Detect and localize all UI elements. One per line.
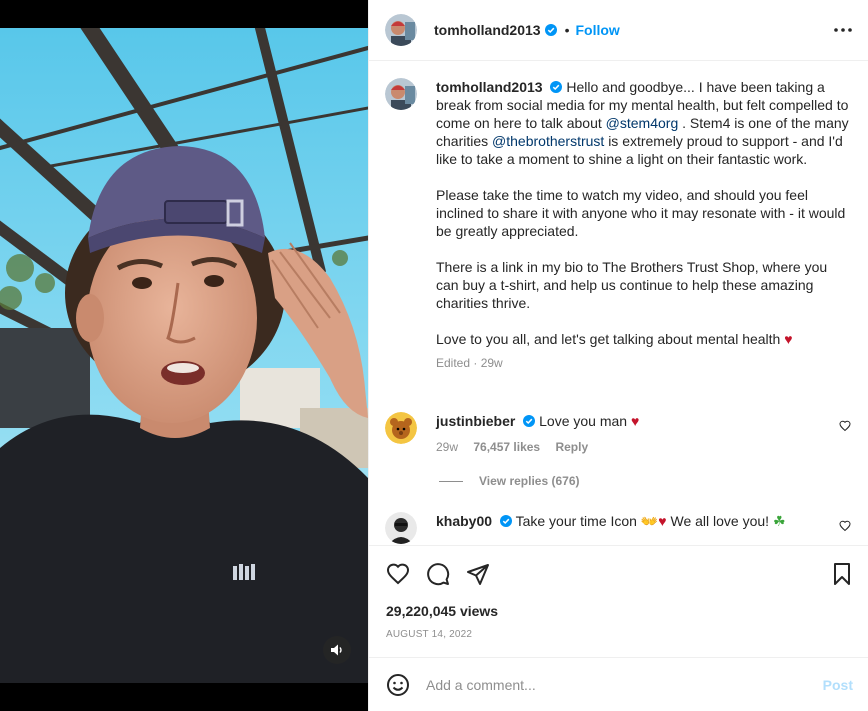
video-frame[interactable] [0, 28, 368, 683]
commenter-avatar[interactable] [385, 412, 417, 444]
post-button[interactable]: Post [823, 677, 853, 693]
comment-input[interactable] [426, 676, 796, 693]
caption-author-avatar[interactable] [385, 78, 417, 110]
sound-toggle-button[interactable] [323, 636, 351, 664]
letterbox-bottom [0, 683, 368, 711]
mention-link[interactable]: @thebrotherstrust [492, 133, 604, 149]
comment-text: We all love you! [670, 513, 770, 529]
view-replies-label: View replies (676) [479, 474, 580, 488]
comment-body: justinbieber Love you man ♥ 29w 76,457 l… [436, 412, 826, 456]
post-date[interactable]: AUGUST 14, 2022 [386, 629, 472, 640]
heart-icon[interactable] [839, 420, 851, 432]
verified-icon [523, 415, 536, 427]
add-comment-bar: Post [369, 657, 868, 711]
comment-username[interactable]: justinbieber [436, 413, 515, 429]
comment-meta: 29w 76,457 likes Reply [436, 438, 826, 456]
heart-emoji: ♥ [630, 413, 640, 429]
caption-body: tomholland2013 Hello and goodbye... I ha… [436, 78, 851, 372]
caption-paragraph: There is a link in my bio to The Brother… [436, 259, 828, 311]
comment-username[interactable]: khaby00 [436, 513, 492, 529]
emoji-icon[interactable] [386, 673, 410, 697]
comment-text: Love you man [539, 413, 628, 429]
heart-emoji: ♥ [658, 513, 667, 529]
save-icon[interactable] [830, 562, 854, 586]
replies-divider [439, 480, 463, 482]
comment-text: Take your time Icon [515, 513, 637, 529]
comments-scroll-area[interactable]: tomholland2013 Hello and goodbye... I ha… [369, 62, 868, 545]
caption-username[interactable]: tomholland2013 [436, 79, 543, 95]
caption-paragraph: Please take the time to watch my video, … [436, 187, 846, 239]
author-username[interactable]: tomholland2013 [434, 22, 541, 38]
letterbox-top [0, 0, 368, 28]
separator-dot: • [564, 22, 570, 38]
comment-likes[interactable]: 76,457 likes [473, 440, 540, 454]
caption-meta: Edited · 29w [436, 356, 503, 370]
verified-icon [544, 24, 557, 36]
mention-link[interactable]: @stem4org [606, 115, 679, 131]
commenter-avatar[interactable] [385, 512, 417, 544]
more-options-icon[interactable] [831, 20, 855, 40]
views-count[interactable]: 29,220,045 views [386, 603, 498, 619]
share-icon[interactable] [466, 562, 490, 586]
view-replies-button[interactable]: View replies (676) [439, 474, 580, 488]
sound-icon [331, 644, 342, 656]
heart-icon[interactable] [386, 562, 410, 586]
post-panel: tomholland2013 • Follow tomholland2013 H… [368, 0, 868, 711]
verified-icon [499, 515, 512, 527]
video-still [0, 28, 368, 683]
hands-emoji: 👐 [640, 513, 659, 529]
caption-paragraph: Love to you all, and let's get talking a… [436, 331, 781, 347]
follow-button[interactable]: Follow [576, 22, 620, 38]
verified-icon [550, 81, 563, 93]
action-icons-row [369, 546, 868, 600]
clover-emoji: ☘ [772, 513, 786, 529]
post-header: tomholland2013 • Follow [369, 0, 868, 61]
heart-icon[interactable] [839, 520, 851, 532]
heart-emoji: ♥ [784, 331, 793, 347]
post-actions: 29,220,045 views AUGUST 14, 2022 [369, 545, 868, 640]
post-media[interactable] [0, 0, 368, 711]
comment-icon[interactable] [426, 562, 450, 586]
reply-button[interactable]: Reply [555, 440, 588, 454]
comment-body: khaby00 Take your time Icon 👐♥ We all lo… [436, 512, 826, 530]
comment-age: 29w [436, 440, 459, 454]
author-avatar[interactable] [385, 14, 417, 46]
